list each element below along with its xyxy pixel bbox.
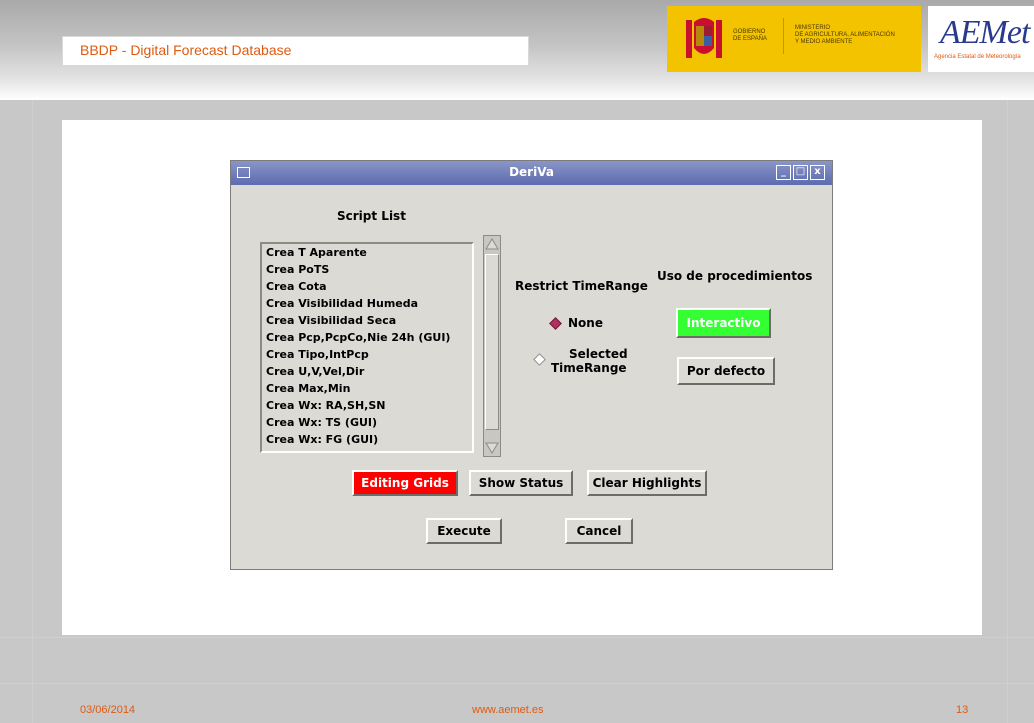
- slide-rule: [1007, 100, 1008, 723]
- interactivo-button[interactable]: Interactivo: [676, 308, 771, 338]
- window-title: DeriVa: [509, 165, 554, 179]
- script-list-scrollbar[interactable]: [483, 235, 501, 457]
- radio-none-label[interactable]: None: [568, 316, 603, 330]
- aemet-logo: AEMet: [940, 14, 1030, 51]
- radio-selected-timerange-indicator-icon[interactable]: [533, 353, 546, 366]
- maximize-icon[interactable]: □: [793, 165, 808, 180]
- list-item[interactable]: Crea T Aparente: [266, 246, 367, 259]
- government-label: GOBIERNO DE ESPAÑA: [733, 29, 767, 42]
- footer-url: www.aemet.es: [472, 704, 544, 716]
- por-defecto-button[interactable]: Por defecto: [677, 357, 775, 385]
- window-titlebar[interactable]: DeriVa _ □ x: [231, 161, 832, 185]
- logo-divider: [783, 18, 784, 54]
- cancel-button[interactable]: Cancel: [565, 518, 633, 544]
- list-item[interactable]: Crea Wx: RA,SH,SN: [266, 399, 385, 412]
- slide-rule: [0, 683, 1034, 684]
- footer-date: 03/06/2014: [80, 704, 136, 716]
- list-item[interactable]: Crea Wx: FG (GUI): [266, 433, 378, 446]
- scroll-up-arrow-icon[interactable]: [485, 237, 499, 251]
- slide-rule: [0, 637, 1034, 638]
- script-list-heading: Script List: [337, 209, 406, 223]
- radio-selected-label-line2[interactable]: TimeRange: [551, 361, 627, 375]
- spain-coat-of-arms-icon: [686, 18, 722, 58]
- restrict-timerange-heading: Restrict TimeRange: [515, 279, 648, 293]
- ministry-label: MINISTERIO DE AGRICULTURA, ALIMENTACIÓN …: [795, 25, 895, 45]
- radio-none-indicator-icon[interactable]: [549, 317, 562, 330]
- show-status-button[interactable]: Show Status: [469, 470, 573, 496]
- editing-grids-button[interactable]: Editing Grids: [352, 470, 458, 496]
- list-item[interactable]: Crea U,V,Vel,Dir: [266, 365, 364, 378]
- aemet-subtitle: Agencia Estatal de Meteorología: [934, 54, 1021, 60]
- scrollbar-thumb[interactable]: [485, 254, 499, 430]
- clear-highlights-button[interactable]: Clear Highlights: [587, 470, 707, 496]
- script-listbox[interactable]: Crea T Aparente Crea PoTS Crea Cota Crea…: [260, 242, 474, 453]
- radio-selected-label-line1[interactable]: Selected: [569, 347, 628, 361]
- minimize-icon[interactable]: _: [776, 165, 791, 180]
- close-icon[interactable]: x: [810, 165, 825, 180]
- execute-button[interactable]: Execute: [426, 518, 502, 544]
- list-item[interactable]: Crea Tipo,IntPcp: [266, 348, 369, 361]
- footer-page-number: 13: [956, 704, 969, 716]
- list-item[interactable]: Crea Visibilidad Seca: [266, 314, 396, 327]
- list-item[interactable]: Crea Visibilidad Humeda: [266, 297, 418, 310]
- list-item[interactable]: Crea Cota: [266, 280, 327, 293]
- list-item[interactable]: Crea PoTS: [266, 263, 329, 276]
- list-item[interactable]: Crea Wx: TS (GUI): [266, 416, 377, 429]
- list-item[interactable]: Crea Max,Min: [266, 382, 350, 395]
- list-item[interactable]: Crea Pcp,PcpCo,Nie 24h (GUI): [266, 331, 450, 344]
- scroll-down-arrow-icon[interactable]: [485, 441, 499, 455]
- slide-rule: [32, 100, 33, 723]
- slide-title: BBDP - Digital Forecast Database: [80, 42, 292, 58]
- procedures-heading: Uso de procedimientos: [657, 269, 813, 283]
- deriva-window: DeriVa _ □ x Script List Crea T Aparente…: [230, 160, 833, 570]
